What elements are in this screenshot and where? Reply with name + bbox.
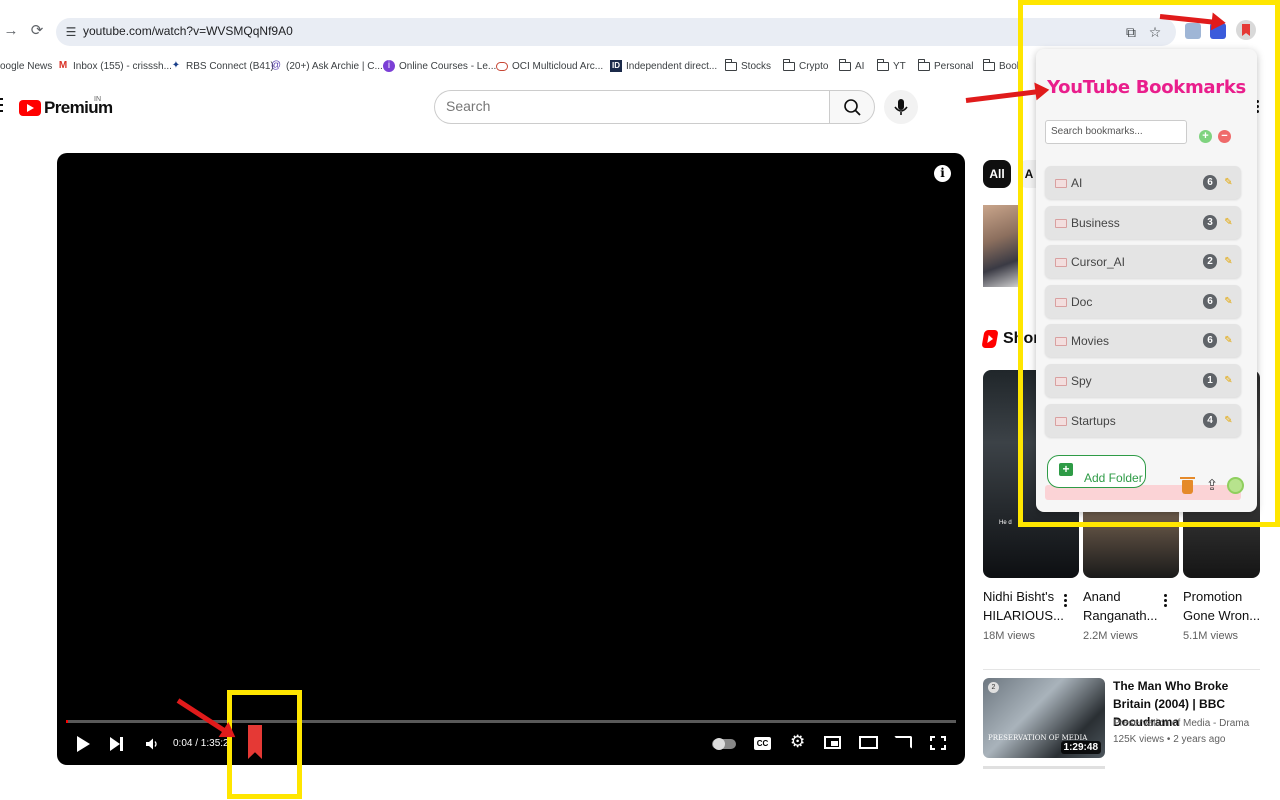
youtube-play-logo-icon	[19, 100, 41, 116]
folder-icon	[725, 58, 737, 71]
highlight-box-ribbon	[227, 690, 302, 799]
chip-all[interactable]: All	[983, 160, 1011, 188]
bookmark-google-news[interactable]: oogle News	[0, 58, 52, 74]
short-menu-icon[interactable]	[1064, 594, 1067, 609]
forward-icon[interactable]: →	[2, 22, 20, 40]
subtitles-icon[interactable]: CC	[754, 737, 771, 750]
gmail-icon: M	[58, 60, 68, 71]
reload-icon[interactable]: ⟳	[28, 22, 46, 40]
search-input[interactable]	[446, 98, 806, 114]
highlight-box-popup	[1018, 0, 1280, 527]
video-thumbnail[interactable]	[983, 205, 1023, 287]
section-divider	[983, 669, 1260, 670]
folder-icon	[918, 58, 930, 71]
bookmark-rbs[interactable]: ✦ RBS Connect (B41)	[170, 58, 274, 74]
folder-icon	[877, 58, 889, 71]
bookmark-label: Personal	[934, 60, 974, 72]
rbs-icon: ✦	[171, 60, 181, 71]
country-code: IN	[94, 96, 101, 103]
bookmark-label: Crypto	[799, 60, 829, 72]
video-player[interactable]: i 0:04 / 1:35:2 CC ⚙	[57, 153, 965, 765]
url-text[interactable]: youtube.com/watch?v=WVSMQqNf9A0	[83, 24, 293, 38]
archie-icon: @	[270, 60, 282, 71]
recommended-channel[interactable]: Preservation of Media - Drama	[1113, 718, 1249, 729]
bookmark-label: YT	[893, 60, 906, 72]
bookmark-label: OCI Multicloud Arc...	[512, 60, 604, 72]
search-icon	[844, 99, 861, 116]
oracle-icon	[496, 61, 508, 71]
fullscreen-icon[interactable]	[930, 736, 946, 750]
courses-icon: i	[383, 60, 395, 72]
progress-fill	[66, 720, 68, 723]
bookmark-label: Stocks	[741, 60, 772, 72]
short-caption: He d	[999, 520, 1012, 526]
bookmark-label: Inbox (155) - crisssh...	[73, 60, 172, 72]
bookmark-independent[interactable]: ID Independent direct...	[610, 58, 717, 74]
bookmark-label: oogle News	[0, 60, 53, 72]
screen: → ⟳ ☰ youtube.com/watch?v=WVSMQqNf9A0 ⧉ …	[0, 0, 1280, 800]
short-title[interactable]: Nidhi Bisht's HILARIOUS...	[983, 587, 1064, 625]
time-display: 0:04 / 1:35:2	[173, 738, 229, 749]
play-icon[interactable]	[77, 736, 90, 752]
bookmark-archie[interactable]: @ (20+) Ask Archie | C...	[270, 58, 383, 74]
short-menu-icon[interactable]	[1164, 594, 1167, 609]
bookmark-label: RBS Connect (B41)	[186, 60, 274, 72]
bookmark-label: Online Courses - Le...	[399, 60, 497, 72]
video-duration: 1:29:48	[1060, 741, 1101, 754]
info-icon[interactable]: i	[934, 165, 951, 182]
address-bar[interactable]: ☰ youtube.com/watch?v=WVSMQqNf9A0 ⧉ ☆	[56, 18, 1176, 46]
progress-bar[interactable]	[66, 720, 956, 723]
short-views: 18M views	[983, 630, 1035, 642]
bookmark-folder-stocks[interactable]: Stocks	[725, 58, 771, 74]
bookmark-label: Bool	[999, 60, 1020, 72]
miniplayer-icon[interactable]	[824, 736, 841, 749]
bookmark-folder-personal[interactable]: Personal	[918, 58, 973, 74]
next-icon[interactable]	[110, 737, 123, 751]
folder-icon	[783, 58, 795, 71]
shorts-logo-icon	[981, 330, 999, 348]
theater-mode-icon[interactable]	[859, 736, 878, 749]
bookmark-gmail[interactable]: M Inbox (155) - crisssh...	[57, 58, 172, 74]
bookmark-label: AI	[855, 60, 865, 72]
site-settings-icon[interactable]: ☰	[62, 23, 80, 41]
bookmark-folder-crypto[interactable]: Crypto	[783, 58, 828, 74]
bookmark-folder-ai[interactable]: AI	[839, 58, 864, 74]
search-box[interactable]	[434, 90, 830, 124]
voice-search-button[interactable]	[884, 90, 918, 124]
autoplay-toggle[interactable]	[712, 738, 736, 750]
short-title[interactable]: Promotion Gone Wron...	[1183, 587, 1263, 625]
bookmark-folder-yt[interactable]: YT	[877, 58, 906, 74]
hamburger-menu-icon[interactable]	[0, 98, 3, 114]
folder-icon	[839, 58, 851, 71]
recommended-video-thumbnail[interactable]: 2 PRESERVATION OF MEDIA 1:29:48	[983, 678, 1105, 758]
id-icon: ID	[610, 60, 622, 72]
bookmark-label: (20+) Ask Archie | C...	[286, 60, 383, 72]
short-views: 2.2M views	[1083, 630, 1139, 642]
logo-text: Premium	[44, 98, 113, 117]
settings-gear-icon[interactable]: ⚙	[790, 733, 805, 750]
recommended-meta: 125K views • 2 years ago	[1113, 734, 1226, 745]
folder-icon	[983, 58, 995, 71]
search-button[interactable]	[829, 90, 875, 124]
bookmark-oci[interactable]: OCI Multicloud Arc...	[496, 58, 603, 74]
thumbnail-badge: 2	[988, 682, 999, 693]
bookmark-label: Independent direct...	[626, 60, 718, 72]
next-recommendation-stub	[983, 766, 1105, 769]
short-title[interactable]: Anand Ranganath...	[1083, 587, 1163, 625]
short-views: 5.1M views	[1183, 630, 1239, 642]
microphone-icon	[894, 99, 908, 115]
bookmark-online-courses[interactable]: i Online Courses - Le...	[383, 58, 496, 74]
cast-icon[interactable]	[894, 736, 912, 749]
bookmark-folder-books[interactable]: Bool	[983, 58, 1019, 74]
volume-icon[interactable]	[145, 737, 159, 751]
